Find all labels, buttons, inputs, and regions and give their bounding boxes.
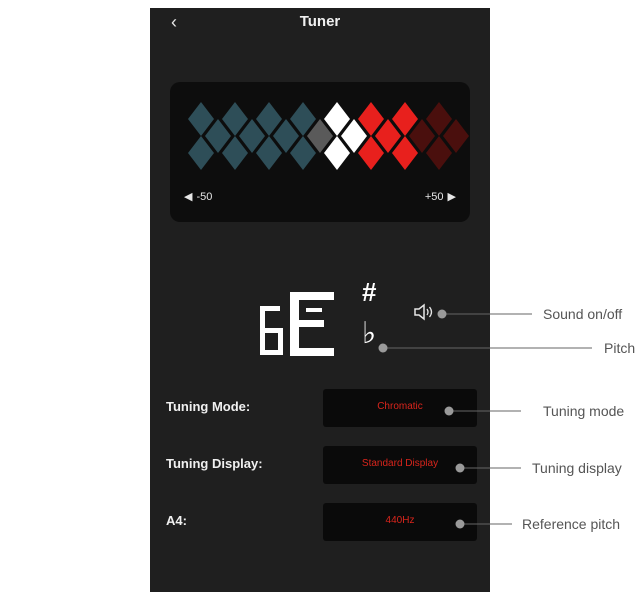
tuning-mode-callout: Tuning mode — [543, 403, 625, 419]
sound-callout: Sound on/off — [543, 306, 623, 322]
callout-lines — [378, 309, 592, 529]
pitch-callout: Pitch — [604, 340, 636, 356]
reference-pitch-callout: Reference pitch — [522, 516, 621, 532]
tuning-display-callout: Tuning display — [532, 460, 622, 476]
